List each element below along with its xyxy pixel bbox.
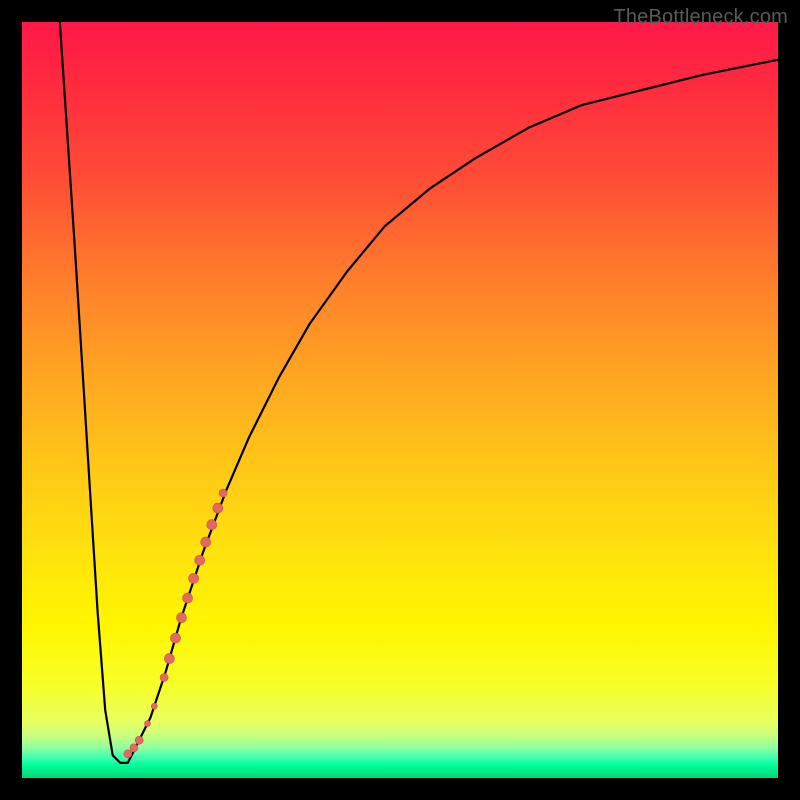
data-marker [164,654,174,664]
bottleneck-curve [60,22,778,763]
data-marker [189,573,199,583]
data-marker [201,537,211,547]
data-marker [213,503,223,513]
curve-svg [22,22,778,778]
chart-frame: TheBottleneck.com [0,0,800,800]
data-marker [124,750,132,758]
data-marker [219,489,227,497]
plot-area [22,22,778,778]
data-marker [160,674,168,682]
data-marker [145,721,151,727]
data-marker [177,613,187,623]
watermark-text: TheBottleneck.com [613,6,788,29]
data-marker [130,744,138,752]
data-marker [171,633,181,643]
data-markers [124,489,227,758]
data-marker [135,736,143,744]
data-marker [195,555,205,565]
data-marker [207,520,217,530]
data-marker [151,703,157,709]
data-marker [183,593,193,603]
